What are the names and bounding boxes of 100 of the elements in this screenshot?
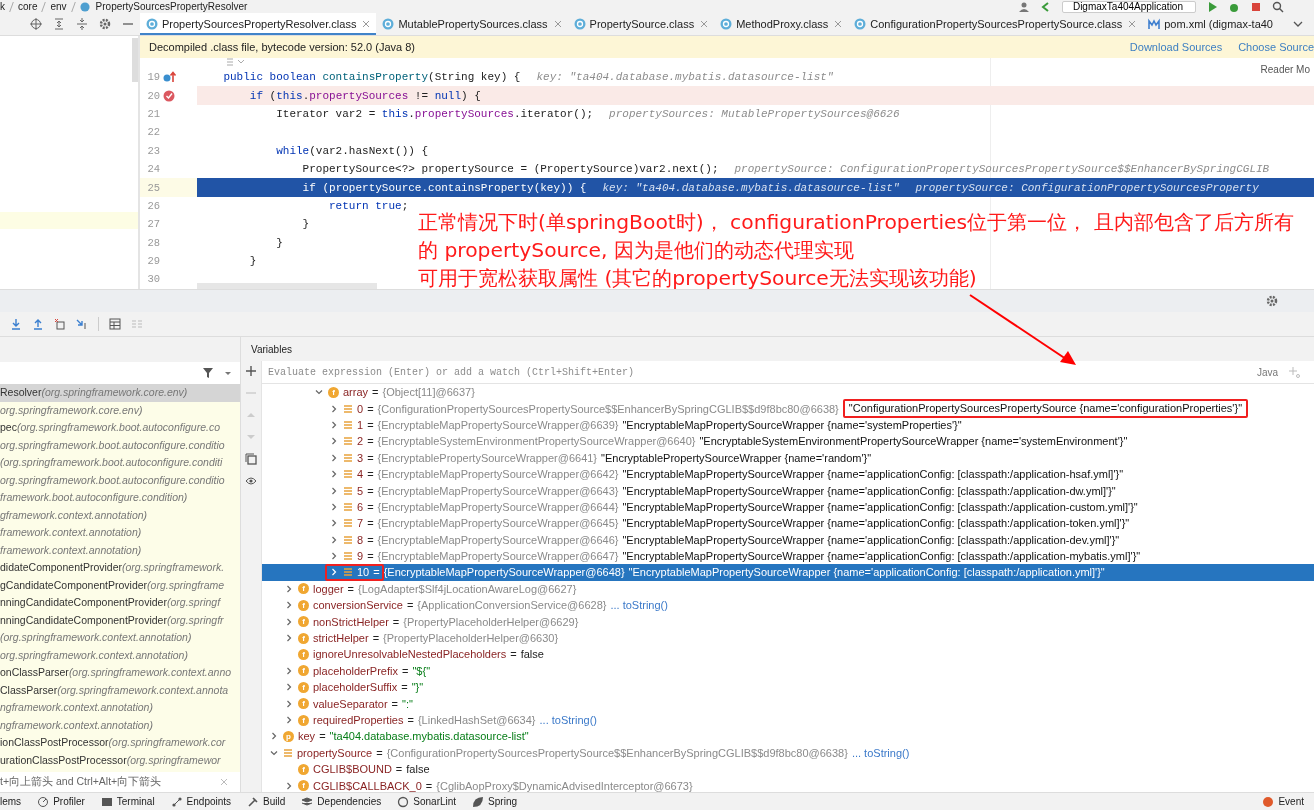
variable-row[interactable]: 0 = {ConfigurationPropertySourcesPropertySource$$EnhancerBySpringCGLIB$$d9f8bc80@6638} "ConfigurationPropertySourcesPropertySource {name='configurationProperties'}"	[262, 400, 1314, 417]
tool-window-button[interactable]: Spring	[472, 795, 517, 808]
chevron-right-icon[interactable]	[330, 519, 338, 528]
chevron-right-icon[interactable]	[285, 716, 293, 724]
stack-frame[interactable]: ngframework.context.annotation)	[0, 699, 240, 717]
collapse-all-icon[interactable]	[76, 18, 88, 30]
close-icon[interactable]	[700, 20, 709, 28]
reader-mode-label[interactable]: Reader Mo	[1260, 64, 1310, 75]
variable-row[interactable]: p key = "ta404.database.mybatis.datasource-list"	[262, 728, 1314, 745]
variable-row[interactable]: 5 = {EncryptableMapPropertySourceWrapper@6643} "EncryptableMapPropertySourceWrapper {name='applicationConfig: [classpath:/application-dw.yml]'}"	[262, 482, 1314, 499]
notice-link[interactable]: Choose Source	[1238, 41, 1314, 53]
run-icon[interactable]	[1206, 0, 1218, 13]
variable-row[interactable]: f requiredProperties = {LinkedHashSet@6634} ... toString()	[262, 711, 1314, 729]
chevron-right-icon[interactable]	[285, 666, 293, 675]
copy-icon[interactable]	[245, 453, 257, 465]
stack-frame[interactable]: didateComponentProvider(org.springframework.	[0, 559, 240, 577]
chevron-right-icon[interactable]	[330, 437, 338, 446]
breadcrumb[interactable]: k	[0, 1, 5, 12]
variable-row[interactable]: 9 = {EncryptableMapPropertySourceWrapper@6647} "EncryptableMapPropertySourceWrapper {name='applicationConfig: [classpath:/application-mybatis.yml]'}"	[262, 547, 1314, 565]
variable-row[interactable]: 7 = {EncryptableMapPropertySourceWrapper@6645} "EncryptableMapPropertySourceWrapper {name='applicationConfig: [classpath:/application-token.yml]'}"	[262, 515, 1314, 532]
variable-row[interactable]: 6 = {EncryptableMapPropertySourceWrapper@6644} "EncryptableMapPropertySourceWrapper {name='applicationConfig: [classpath:/application-custom.yml]'}"	[262, 498, 1314, 516]
editor-tab[interactable]: PropertySourcesPropertyResolver.class	[140, 13, 377, 35]
chevron-right-icon[interactable]	[285, 699, 293, 708]
chevron-right-icon[interactable]	[270, 732, 278, 741]
editor-tab[interactable]: MethodProxy.class	[714, 13, 849, 35]
filter-icon[interactable]	[202, 367, 214, 379]
drop-frame-icon[interactable]	[54, 318, 66, 330]
chevron-right-icon[interactable]	[285, 634, 293, 643]
stack-frame[interactable]: framework.context.annotation)	[0, 524, 240, 542]
breadcrumb[interactable]: env	[50, 1, 67, 12]
method-breakpoint-icon[interactable]	[163, 71, 177, 84]
variable-row[interactable]: 3 = {EncryptablePropertySourceWrapper@6641} "EncryptablePropertySourceWrapper {name='random'}"	[262, 449, 1314, 466]
editor-tab[interactable]: ConfigurationPropertySourcesPropertySource.class	[848, 13, 1143, 35]
stack-frame[interactable]: org.springframework.boot.autoconfigure.conditio	[0, 436, 240, 454]
close-icon[interactable]	[834, 20, 843, 28]
editor-tab[interactable]: MutablePropertySources.class	[376, 13, 568, 35]
to-string-link[interactable]: ... toString()	[610, 599, 668, 612]
scrollbar[interactable]	[197, 283, 377, 289]
close-icon[interactable]	[1128, 20, 1137, 28]
variable-row[interactable]: f valueSeparator = ":"	[262, 695, 1314, 712]
eye-icon[interactable]	[245, 475, 257, 487]
chevron-down-icon[interactable]	[270, 748, 278, 757]
step-out-icon[interactable]	[32, 318, 44, 330]
user-icon[interactable]	[1017, 0, 1030, 13]
run-to-cursor-icon[interactable]	[76, 318, 88, 330]
variable-row[interactable]: f conversionService = {ApplicationConversionService@6628} ... toString()	[262, 597, 1314, 614]
to-string-link[interactable]: ... toString()	[851, 746, 910, 759]
variable-row[interactable]: propertySource = {ConfigurationPropertySourcesPropertySource$$EnhancerBySpringCGLIB$$d9f8bc80@6638} ... toString()	[262, 744, 1314, 761]
variable-row[interactable]: 4 = {EncryptableMapPropertySourceWrapper@6642} "EncryptableMapPropertySourceWrapper {name='applicationConfig: [classpath:/application-hsaf.yml]'}"	[262, 465, 1314, 483]
variable-row[interactable]: f logger = {LogAdapter$Slf4jLocationAwareLog@6627}	[262, 580, 1314, 598]
variable-row[interactable]: f placeholderSuffix = "}"	[262, 679, 1314, 696]
dropdown-caret-icon[interactable]	[224, 369, 232, 377]
notice-link[interactable]: Download Sources	[1129, 41, 1223, 53]
stack-frame[interactable]: pec(org.springframework.boot.autoconfigure.co	[0, 419, 240, 437]
inlay-hint-icon[interactable]	[226, 58, 246, 66]
search-icon[interactable]	[1272, 0, 1284, 13]
variable-row[interactable]: f strictHelper = {PropertyPlaceholderHelper@6630}	[262, 629, 1314, 647]
settings-icon[interactable]	[99, 18, 111, 30]
stack-frame[interactable]: gCandidateComponentProvider(org.springframe	[0, 576, 240, 594]
tool-window-button[interactable]: lems	[0, 796, 22, 807]
breakpoint-icon[interactable]	[163, 89, 177, 102]
breadcrumb[interactable]: core	[18, 1, 38, 12]
variable-row[interactable]: f ignoreUnresolvableNestedPlaceholders = false	[262, 646, 1314, 663]
stack-frame[interactable]: framework.boot.autoconfigure.condition)	[0, 489, 240, 507]
tool-window-button[interactable]: Profiler	[37, 795, 85, 808]
stack-frame[interactable]: nningCandidateComponentProvider(org.springfr	[0, 611, 240, 629]
chevron-right-icon[interactable]	[330, 404, 338, 413]
scrollbar[interactable]	[132, 38, 138, 82]
chevron-right-icon[interactable]	[330, 420, 338, 429]
chevron-right-icon[interactable]	[330, 486, 338, 495]
table-icon[interactable]	[109, 318, 121, 330]
stack-frame[interactable]: nningCandidateComponentProvider(org.springf	[0, 594, 240, 612]
breadcrumb[interactable]: PropertySourcesPropertyResolver	[95, 1, 248, 12]
editor-tab[interactable]: PropertySource.class	[567, 13, 715, 35]
variable-row[interactable]: f CGLIB$BOUND = false	[262, 761, 1314, 778]
chevron-down-icon[interactable]	[315, 388, 323, 397]
expand-all-icon[interactable]	[53, 18, 65, 30]
tool-window-button[interactable]: Endpoints	[170, 795, 232, 808]
to-string-link[interactable]: ... toString()	[539, 714, 597, 726]
variable-row[interactable]: f nonStrictHelper = {PropertyPlaceholderHelper@6629}	[262, 613, 1314, 630]
tool-window-button[interactable]: Dependencies	[301, 795, 382, 808]
chevron-right-icon[interactable]	[330, 453, 338, 462]
stack-frame[interactable]: (org.springframework.context.annotation)	[0, 629, 240, 647]
chevron-right-icon[interactable]	[330, 502, 338, 511]
stack-frame[interactable]: framework.context.annotation)	[0, 541, 240, 559]
variable-row[interactable]: 2 = {EncryptableSystemEnvironmentPropertySourceWrapper@6640} "EncryptableSystemEnvironmentPropertySourceWrapper {name='systemEnvironment'}"	[262, 433, 1314, 450]
chevron-right-icon[interactable]	[285, 584, 293, 593]
stack-frame[interactable]: ClassParser(org.springframework.context.annota	[0, 681, 240, 699]
stack-frame[interactable]: Resolver(org.springframework.core.env)	[0, 384, 240, 402]
tool-window-button[interactable]: Terminal	[100, 795, 155, 808]
step-into-icon[interactable]	[10, 318, 22, 330]
stack-frame[interactable]: (org.springframework.boot.autoconfigure.conditi	[0, 454, 240, 472]
chevron-right-icon[interactable]	[330, 535, 338, 544]
language-dropdown[interactable]: Java	[1256, 366, 1278, 378]
variable-row[interactable]: f array = {Object[11]@6637}	[262, 384, 1314, 401]
close-icon[interactable]	[362, 20, 371, 28]
editor-tab[interactable]: pom.xml (digmax-ta40	[1142, 13, 1279, 35]
chevron-right-icon[interactable]	[285, 781, 293, 790]
tool-window-button[interactable]: Build	[247, 795, 286, 808]
stack-frame[interactable]: urationClassPostProcessor(org.springframewor	[0, 751, 240, 769]
